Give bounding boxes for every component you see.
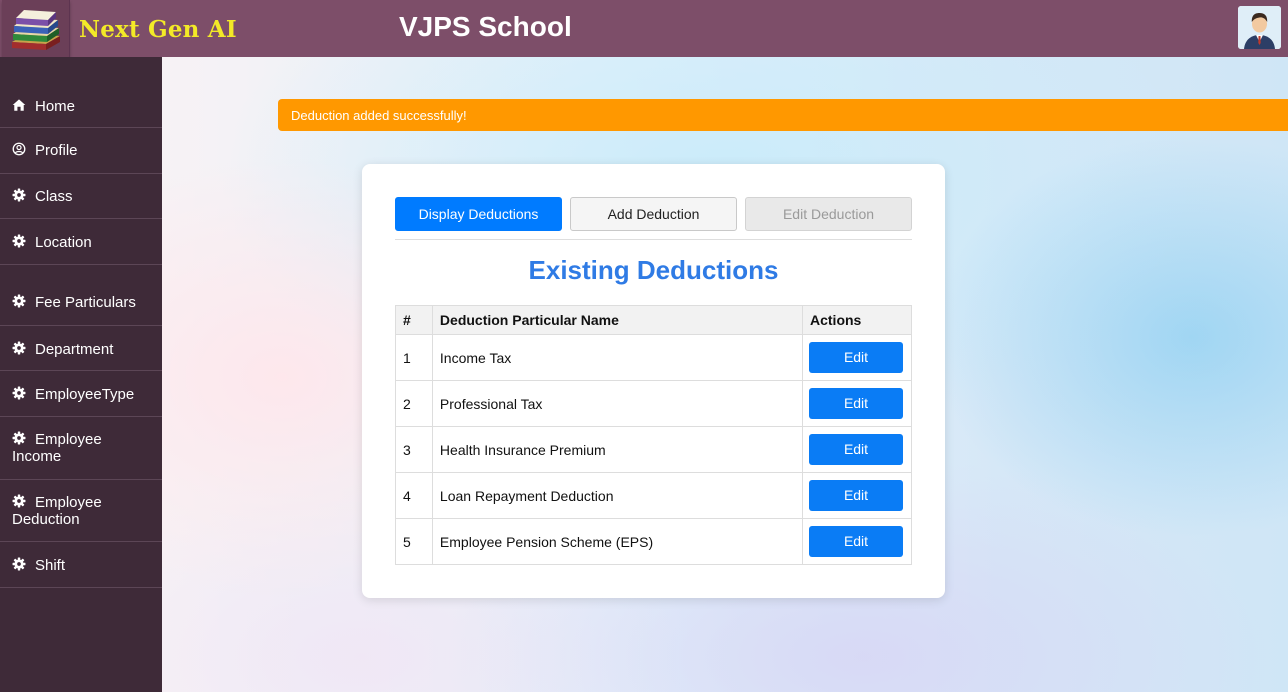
sidebar-item-label: Profile: [35, 142, 78, 159]
sidebar-item-label: Department: [35, 341, 114, 358]
sidebar-item-label: Location: [35, 234, 92, 251]
home-icon: [12, 99, 26, 111]
column-header-name: Deduction Particular Name: [431, 305, 804, 335]
sidebar-item-location[interactable]: Location: [0, 219, 162, 265]
sidebar-item-label: Fee Particulars: [35, 294, 136, 311]
school-name: VJPS School: [399, 11, 572, 42]
sidebar-item-label-line2: Income: [12, 448, 62, 465]
gear-icon: [12, 188, 26, 202]
gear-icon: [12, 294, 26, 308]
sidebar-item-label-line2: Deduction: [12, 511, 80, 528]
sidebar-item-shift[interactable]: Shift: [0, 542, 162, 588]
table-header-row: # Deduction Particular Name Actions: [395, 305, 912, 335]
user-avatar-icon[interactable]: [1238, 6, 1281, 49]
deduction-name: Income Tax: [431, 334, 804, 381]
tab-add-deduction[interactable]: Add Deduction: [570, 197, 737, 231]
tab-edit-deduction: Edit Deduction: [745, 197, 912, 231]
row-number: 2: [395, 380, 433, 427]
success-alert: Deduction added successfully!: [278, 99, 1288, 131]
sidebar-item-profile[interactable]: Profile: [0, 128, 162, 174]
gear-icon: [12, 557, 26, 571]
tab-display-deductions[interactable]: Display Deductions: [395, 197, 562, 231]
sidebar-item-label: Class: [35, 188, 73, 205]
actions-cell: Edit: [802, 380, 912, 427]
column-header-actions: Actions: [802, 305, 912, 335]
sidebar-item-label-line1: Employee: [35, 431, 102, 448]
row-number: 3: [395, 426, 433, 473]
table-row: 1 Income Tax Edit: [395, 334, 912, 381]
sidebar-item-label: EmployeeType: [35, 386, 135, 403]
edit-button[interactable]: Edit: [809, 434, 903, 465]
sidebar-item-label: Shift: [35, 557, 66, 574]
sidebar-item-employee-type[interactable]: EmployeeType: [0, 371, 162, 417]
main-content: Deduction added successfully! Display De…: [162, 57, 1288, 692]
user-circle-icon: [12, 142, 26, 156]
sidebar-item-home[interactable]: Home: [0, 83, 162, 128]
deduction-name: Loan Repayment Deduction: [431, 472, 804, 519]
table-row: 5 Employee Pension Scheme (EPS) Edit: [395, 518, 912, 565]
sidebar-item-employee-deduction[interactable]: Employee Deduction: [0, 480, 162, 542]
row-number: 1: [395, 334, 433, 381]
deductions-table: # Deduction Particular Name Actions 1 In…: [395, 305, 912, 565]
deduction-name: Health Insurance Premium: [431, 426, 804, 473]
top-header: Next Gen AI VJPS School: [0, 0, 1288, 62]
edit-button[interactable]: Edit: [809, 342, 903, 373]
row-number: 5: [395, 518, 433, 565]
sidebar-item-class[interactable]: Class: [0, 174, 162, 219]
table-row: 4 Loan Repayment Deduction Edit: [395, 472, 912, 519]
gear-icon: [12, 431, 26, 445]
sidebar-item-label: Home: [35, 98, 76, 115]
sidebar-item-department[interactable]: Department: [0, 326, 162, 371]
section-title: Existing Deductions: [528, 255, 779, 285]
edit-button[interactable]: Edit: [809, 388, 903, 419]
edit-button[interactable]: Edit: [809, 480, 903, 511]
gear-icon: [12, 386, 26, 400]
sidebar-item-fee-particulars[interactable]: Fee Particulars: [0, 265, 162, 326]
deduction-name: Professional Tax: [431, 380, 804, 427]
actions-cell: Edit: [802, 518, 912, 565]
edit-button[interactable]: Edit: [809, 526, 903, 557]
actions-cell: Edit: [802, 426, 912, 473]
table-row: 3 Health Insurance Premium Edit: [395, 426, 912, 473]
sidebar: Home Profile Class Location Fee Particul…: [0, 57, 162, 692]
sidebar-item-employee-income[interactable]: Employee Income: [0, 417, 162, 480]
column-header-number: #: [395, 305, 433, 335]
table-row: 2 Professional Tax Edit: [395, 380, 912, 427]
gear-icon: [12, 234, 26, 248]
gear-icon: [12, 494, 26, 508]
deductions-card: Display Deductions Add Deduction Edit De…: [362, 164, 945, 598]
sidebar-item-label-line1: Employee: [35, 494, 102, 511]
divider: [395, 239, 912, 240]
logo[interactable]: [2, 0, 70, 62]
row-number: 4: [395, 472, 433, 519]
books-stack-icon: [12, 10, 60, 50]
actions-cell: Edit: [802, 472, 912, 519]
gear-icon: [12, 341, 26, 355]
brand-name: Next Gen AI: [79, 16, 237, 43]
actions-cell: Edit: [802, 334, 912, 381]
deduction-name: Employee Pension Scheme (EPS): [431, 518, 804, 565]
